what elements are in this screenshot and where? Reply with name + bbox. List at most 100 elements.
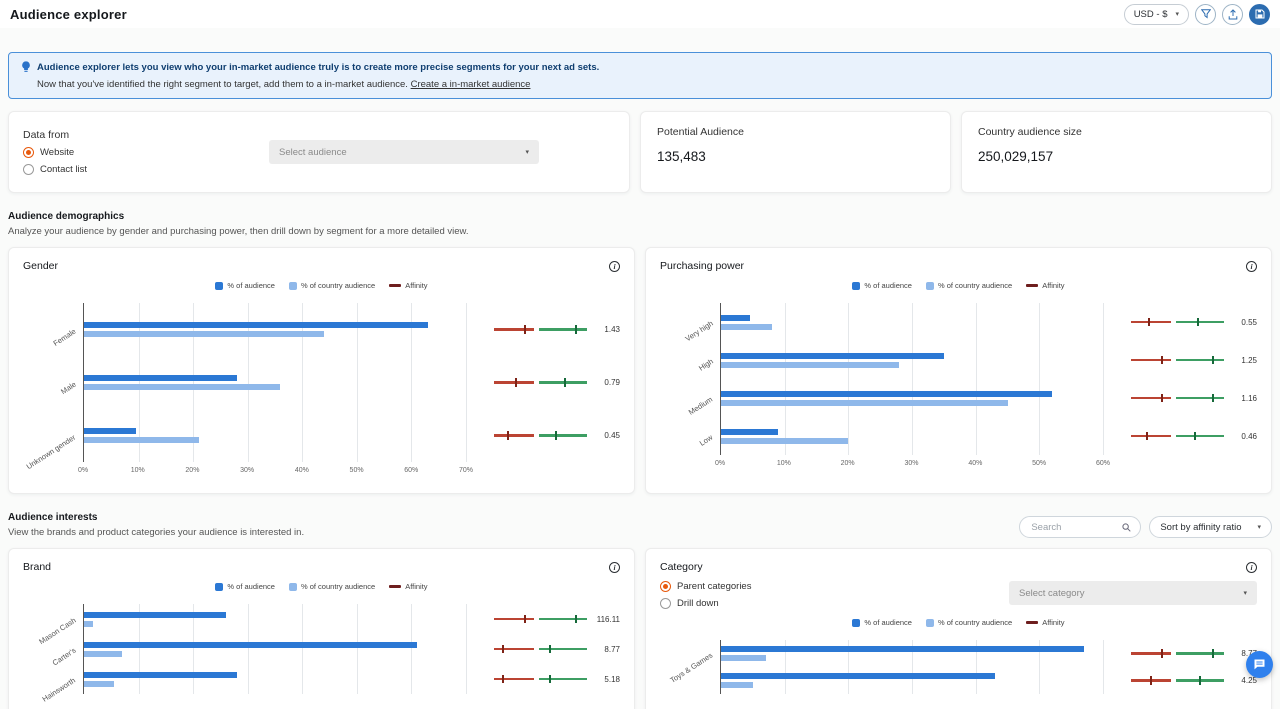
affinity-indicator: 5.18 (476, 664, 620, 694)
affinity-red-segment (494, 648, 534, 651)
x-axis-tick: 50% (1032, 460, 1046, 467)
legend-affinity: Affinity (389, 281, 427, 290)
country-bar[interactable] (84, 437, 199, 443)
country-bar[interactable] (721, 655, 766, 661)
x-axis-tick: 10% (131, 467, 145, 474)
gender-card-header: Gender i (23, 260, 620, 272)
info-icon[interactable]: i (609, 562, 620, 573)
audience-bar[interactable] (84, 375, 237, 381)
summary-row: Data from Website Contact list Select au… (8, 111, 1272, 193)
country-bar[interactable] (84, 331, 324, 337)
chart-body: Mason CashCarter'sHainsworth116.118.775.… (23, 604, 620, 694)
info-icon[interactable]: i (1246, 562, 1257, 573)
category-controls: Parent categories Drill down Select cate… (660, 581, 1257, 609)
x-axis: 0%10%20%30%40%50%60%70% (83, 467, 466, 479)
affinity-green-segment (1176, 359, 1224, 362)
audience-bar[interactable] (84, 428, 136, 434)
affinity-red-segment (494, 328, 534, 331)
audience-bar[interactable] (721, 646, 1084, 652)
y-axis-label: Male (59, 379, 78, 395)
affinity-value: 1.16 (1229, 394, 1257, 403)
interests-title: Audience interests (8, 512, 304, 523)
radio-contact-list[interactable]: Contact list (23, 164, 87, 175)
category-chart-title: Category (660, 561, 703, 573)
search-icon (1122, 523, 1131, 532)
affinity-indicator: 8.77 (476, 634, 620, 664)
affinity-red-segment (1131, 652, 1171, 655)
affinity-indicator: 0.46 (1113, 417, 1257, 455)
plot-area: Very highHighMediumLow (720, 303, 1103, 455)
audience-bar[interactable] (721, 673, 995, 679)
save-icon (1255, 9, 1265, 19)
audience-bar[interactable] (721, 315, 750, 321)
save-button[interactable] (1249, 4, 1270, 25)
radio-parent-categories[interactable]: Parent categories (660, 581, 751, 592)
brand-card: Brand i % of audience% of country audien… (8, 548, 635, 709)
x-axis-tick: 30% (240, 467, 254, 474)
country-bar[interactable] (84, 681, 114, 687)
audience-bar[interactable] (721, 353, 944, 359)
chart-row: Very high (721, 303, 1103, 341)
country-bar[interactable] (721, 682, 753, 688)
audience-bar[interactable] (84, 322, 428, 328)
currency-select[interactable]: USD - $ ▾ (1124, 4, 1189, 25)
affinity-green-segment (539, 618, 587, 621)
legend-affinity: Affinity (389, 582, 427, 591)
country-bar[interactable] (721, 324, 772, 330)
create-audience-link[interactable]: Create a in-market audience (411, 79, 531, 90)
affinity-indicator: 116.11 (476, 604, 620, 634)
chat-button[interactable] (1246, 651, 1273, 678)
legend-affinity: Affinity (1026, 281, 1064, 290)
search-box[interactable] (1019, 516, 1141, 538)
audience-bar[interactable] (84, 672, 237, 678)
x-axis-tick: 20% (841, 460, 855, 467)
data-from-card: Data from Website Contact list Select au… (8, 111, 630, 193)
gender-chart: % of audience% of country audienceAffini… (23, 281, 620, 479)
country-bar[interactable] (721, 438, 848, 444)
brand-chart-title: Brand (23, 561, 51, 573)
search-input[interactable] (1029, 521, 1119, 534)
country-bar[interactable] (84, 651, 122, 657)
filter-button[interactable] (1195, 4, 1216, 25)
legend-country: % of country audience (926, 618, 1012, 627)
affinity-value: 0.79 (592, 378, 620, 387)
y-axis-label: Female (52, 326, 78, 347)
category-select[interactable]: Select category ▾ (1009, 581, 1257, 605)
country-bar[interactable] (721, 362, 899, 368)
chevron-down-icon: ▾ (1257, 524, 1261, 531)
y-axis-label: Very high (683, 319, 714, 344)
country-bar[interactable] (84, 621, 93, 627)
chart-row: High (721, 341, 1103, 379)
chevron-down-icon: ▾ (1175, 11, 1179, 18)
affinity-green-segment (1176, 652, 1224, 655)
audience-select[interactable]: Select audience ▾ (269, 140, 539, 164)
audience-select-placeholder: Select audience (279, 147, 347, 158)
brand-card-header: Brand i (23, 561, 620, 573)
purchasing-power-card: Purchasing power i % of audience% of cou… (645, 247, 1272, 494)
audience-bar[interactable] (721, 391, 1052, 397)
x-axis-tick: 10% (777, 460, 791, 467)
page-title: Audience explorer (10, 7, 127, 22)
radio-drill-down[interactable]: Drill down (660, 598, 751, 609)
chart-row: Carter's (84, 634, 466, 664)
legend-audience: % of audience (215, 281, 275, 290)
info-icon[interactable]: i (609, 261, 620, 272)
info-icon[interactable]: i (1246, 261, 1257, 272)
affinity-value: 0.55 (1229, 318, 1257, 327)
audience-bar[interactable] (721, 429, 778, 435)
radio-website[interactable]: Website (23, 147, 87, 158)
legend-audience: % of audience (215, 582, 275, 591)
data-from-title: Data from (23, 129, 87, 141)
chart-legend: % of audience% of country audienceAffini… (660, 618, 1257, 627)
export-button[interactable] (1222, 4, 1243, 25)
country-bar[interactable] (84, 384, 280, 390)
radio-website-label: Website (40, 147, 74, 158)
radio-selected-icon (23, 147, 34, 158)
category-radio-group: Parent categories Drill down (660, 581, 751, 609)
audience-bar[interactable] (84, 642, 417, 648)
audience-bar[interactable] (84, 612, 226, 618)
demographics-title: Audience demographics (8, 211, 1272, 222)
plot-area: Toys & Games (720, 640, 1103, 694)
country-bar[interactable] (721, 400, 1008, 406)
sort-select[interactable]: Sort by affinity ratio ▾ (1149, 516, 1272, 538)
